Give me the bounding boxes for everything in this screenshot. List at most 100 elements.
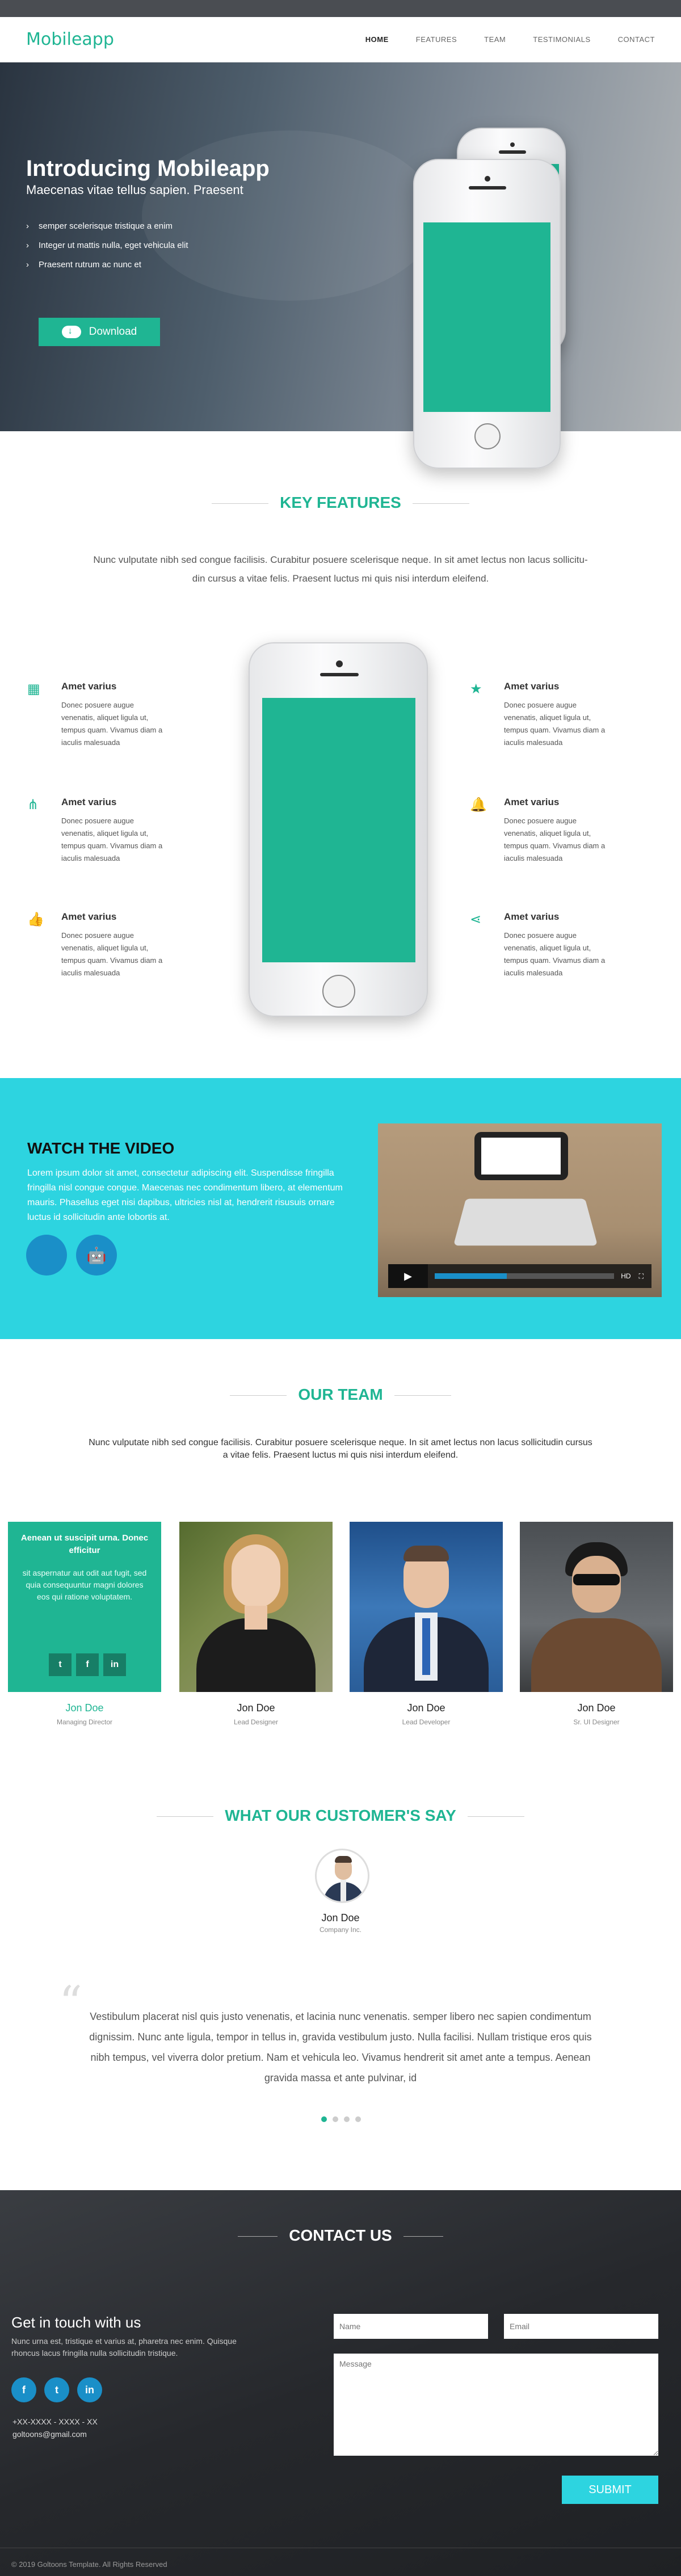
twitter-icon[interactable]: t: [44, 2377, 69, 2402]
video-frame-phone: [474, 1132, 568, 1180]
hero-title: Introducing Mobileapp: [26, 156, 270, 181]
android-icon: 🤖: [86, 1246, 107, 1264]
linkedin-icon[interactable]: in: [103, 1653, 126, 1676]
video-progress-bar[interactable]: [435, 1273, 615, 1279]
carousel-dot[interactable]: [333, 2116, 338, 2122]
contact-email[interactable]: goltoons@gmail.com: [12, 2430, 87, 2439]
team-title: OUR TEAM: [0, 1386, 681, 1404]
testimonials-title: WHAT OUR CUSTOMER'S SAY: [0, 1807, 681, 1825]
feature-item: ⋖ Amet varius Donec posuere augue venena…: [470, 911, 612, 979]
team-intro-line: a vitae felis. Praesent luctus mi quis n…: [222, 1450, 459, 1460]
features-title-text: KEY FEATURES: [280, 494, 401, 511]
speaker-icon: [469, 186, 506, 190]
name-field[interactable]: [334, 2314, 488, 2339]
hd-label[interactable]: HD: [621, 1272, 630, 1280]
hero-bullet-text: Integer ut mattis nulla, eget vehicula e…: [39, 241, 188, 250]
submit-button[interactable]: SUBMIT: [562, 2476, 658, 2504]
title-divider: [238, 2236, 278, 2237]
thumbs-up-icon: 👍: [27, 912, 44, 927]
page-root: Mobileapp HOME FEATURES TEAM TESTIMONIAL…: [0, 0, 681, 2576]
nav-item-features[interactable]: FEATURES: [416, 35, 457, 44]
feature-item: ★ Amet varius Donec posuere augue venena…: [470, 681, 612, 749]
features-phone: [249, 642, 428, 1017]
testimonial-quote-line: nibh tempus, vel viverra dolor pretium. …: [90, 2052, 591, 2063]
features-intro: Nunc vulputate nibh sed congue facilisis…: [57, 550, 624, 588]
nav-item-testimonials[interactable]: TESTIMONIALS: [533, 35, 590, 44]
fullscreen-icon[interactable]: ⛶: [639, 1272, 644, 1281]
team-member-name: Jon Doe: [577, 1702, 616, 1714]
share-icon: ⋖: [470, 912, 482, 927]
contact-title: CONTACT US: [0, 2226, 681, 2245]
feature-item: 👍 Amet varius Donec posuere augue venena…: [27, 911, 169, 979]
testimonials-section: WHAT OUR CUSTOMER'S SAY Jon Doe Company …: [0, 1782, 681, 2190]
video-player[interactable]: ▶ HD ⛶: [378, 1123, 662, 1297]
nav-item-contact[interactable]: CONTACT: [618, 35, 655, 44]
team-member-role: Managing Director: [56, 1718, 113, 1726]
navbar: Mobileapp HOME FEATURES TEAM TESTIMONIAL…: [0, 17, 681, 62]
person-neck: [245, 1606, 267, 1630]
video-text: Lorem ipsum dolor sit amet, consectetur …: [27, 1168, 343, 1222]
chevron-right-icon: ›: [26, 260, 29, 270]
contact-heading: Get in touch with us: [11, 2314, 141, 2331]
contact-text: Nunc urna est, tristique et varius at, p…: [11, 2337, 237, 2358]
video-title: WATCH THE VIDEO: [27, 1139, 175, 1157]
facebook-icon[interactable]: f: [11, 2377, 36, 2402]
android-store-button[interactable]: 🤖: [76, 1235, 117, 1276]
chevron-right-icon: ›: [26, 221, 29, 231]
download-label: Download: [89, 326, 137, 338]
testimonial-avatar: [315, 1849, 369, 1903]
camera-icon: [336, 660, 343, 667]
star-icon: ★: [470, 681, 482, 697]
person-hair: [403, 1546, 449, 1561]
apple-store-button[interactable]: [26, 1235, 67, 1276]
carousel-dot-active[interactable]: [321, 2116, 327, 2122]
team-member-name: Jon Doe: [65, 1702, 104, 1714]
hero-bullet-list: › semper scelerisque tristique a enim › In…: [26, 221, 188, 279]
team-intro: Nunc vulputate nibh sed congue facilisis…: [57, 1437, 624, 1462]
team-title-text: OUR TEAM: [298, 1386, 383, 1403]
sitemap-icon: ⋔: [27, 797, 39, 813]
contact-title-text: CONTACT US: [289, 2226, 392, 2244]
video-controls: ▶ HD ⛶: [388, 1264, 651, 1288]
message-field[interactable]: [334, 2354, 658, 2456]
email-field[interactable]: [504, 2314, 658, 2339]
logo[interactable]: Mobileapp: [26, 30, 114, 49]
team-member-role: Sr. UI Designer: [573, 1718, 620, 1726]
feature-title: Amet varius: [61, 797, 117, 807]
grid-icon: ▦: [27, 681, 40, 697]
team-overlay-title: Aenean ut suscipit urna. Donec efficitur: [20, 1533, 149, 1555]
person-sunglasses: [573, 1574, 620, 1585]
title-divider: [230, 1395, 287, 1396]
hero-bullet: › semper scelerisque tristique a enim: [26, 221, 188, 231]
team-photo: [520, 1522, 673, 1692]
nav-item-home[interactable]: HOME: [365, 35, 389, 44]
feature-item: 🔔 Amet varius Donec posuere augue venena…: [470, 797, 612, 865]
feature-title: Amet varius: [504, 797, 560, 807]
contact-section: CONTACT US Get in touch with us Nunc urn…: [0, 2190, 681, 2576]
hero-phone-front: [413, 159, 561, 469]
testimonial-company: Company Inc.: [319, 1926, 362, 1934]
carousel-dot[interactable]: [344, 2116, 350, 2122]
facebook-icon[interactable]: f: [76, 1653, 99, 1676]
feature-title: Amet varius: [61, 911, 117, 922]
team-member-name: Jon Doe: [407, 1702, 445, 1714]
download-button[interactable]: Download: [39, 318, 160, 346]
team-photo: [179, 1522, 333, 1692]
testimonial-name: Jon Doe: [321, 1912, 360, 1923]
features-section: KEY FEATURES Nunc vulputate nibh sed con…: [0, 431, 681, 1078]
carousel-dot[interactable]: [355, 2116, 361, 2122]
linkedin-icon[interactable]: in: [77, 2377, 102, 2402]
bell-icon: 🔔: [470, 797, 487, 813]
feature-text: Donec posuere augue venenatis, aliquet l…: [504, 701, 606, 747]
nav-item-team[interactable]: TEAM: [484, 35, 506, 44]
hero-bullet: › Praesent rutrum ac nunc et: [26, 260, 188, 270]
video-progress-fill: [435, 1273, 507, 1279]
team-intro-line: Nunc vulputate nibh sed congue facilisis…: [89, 1438, 592, 1447]
play-button[interactable]: ▶: [388, 1264, 428, 1288]
contact-phone: +XX-XXXX - XXXX - XX: [12, 2417, 98, 2426]
team-photo-overlay: Aenean ut suscipit urna. Donec efficitur…: [8, 1522, 161, 1692]
feature-title: Amet varius: [504, 681, 560, 692]
team-photo: [350, 1522, 503, 1692]
twitter-icon[interactable]: t: [49, 1653, 72, 1676]
title-divider: [412, 503, 469, 504]
